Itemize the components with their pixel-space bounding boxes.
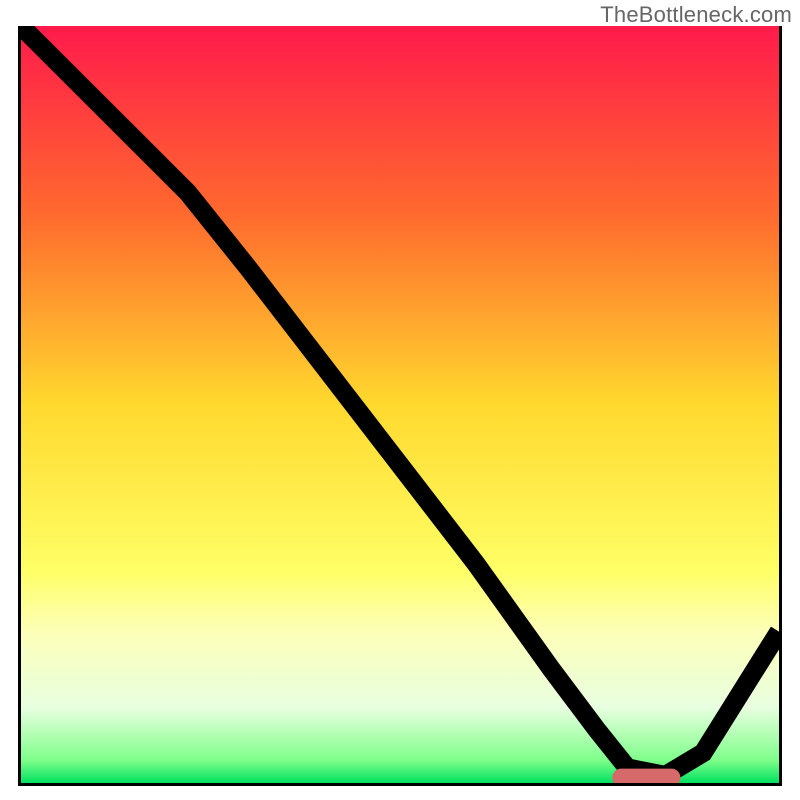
plot-svg [21, 26, 779, 783]
watermark-text: TheBottleneck.com [600, 2, 792, 28]
chart-container: TheBottleneck.com [0, 0, 800, 800]
plot-frame [18, 26, 782, 786]
optimal-range-marker [612, 769, 680, 783]
